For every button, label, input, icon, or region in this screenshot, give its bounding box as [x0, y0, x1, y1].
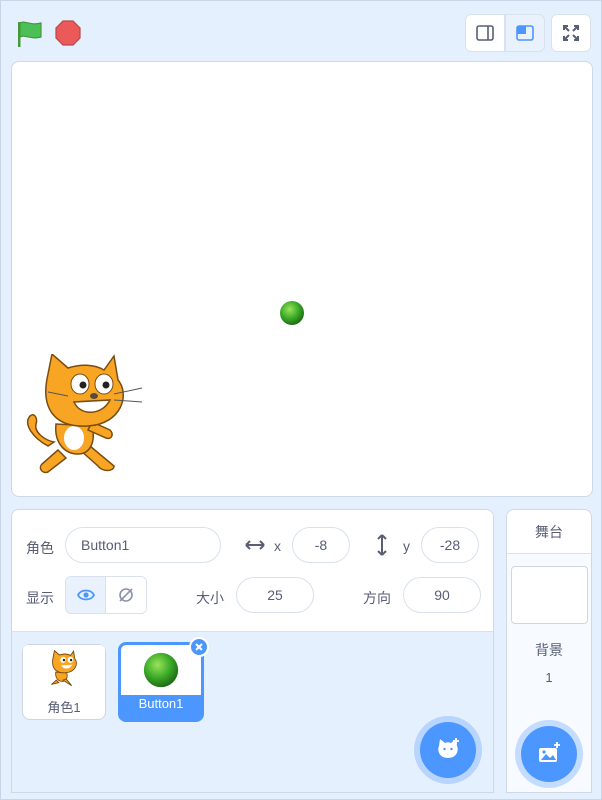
- add-backdrop-button[interactable]: [521, 726, 577, 782]
- backdrops-label: 背景: [535, 642, 563, 658]
- backdrop-add-icon: [539, 742, 560, 762]
- stop-icon[interactable]: [54, 19, 82, 47]
- sprite-tile-image: [23, 645, 105, 695]
- sprite-name-input[interactable]: Button1: [65, 527, 221, 563]
- cat-sprite-icon: [51, 650, 77, 687]
- close-icon: [195, 643, 203, 651]
- sprite-tile-button1[interactable]: Button1: [118, 637, 209, 722]
- scratch-editor-window: 角色 Button1 x -8 y -28 显示 大小 25 方向 90 角色1…: [0, 0, 602, 800]
- green-flag-icon[interactable]: [15, 19, 45, 49]
- large-stage-icon: [516, 25, 534, 41]
- x-input[interactable]: -8: [292, 527, 350, 563]
- sprite-tile-image: [121, 645, 201, 695]
- x-arrow-icon: [245, 540, 265, 550]
- delete-sprite-button[interactable]: [189, 637, 209, 657]
- cat-add-icon: [438, 738, 459, 758]
- sprite-properties: 角色 Button1 x -8 y -28 显示 大小 25 方向 90: [12, 510, 493, 632]
- backdrops-count: 1: [545, 670, 553, 685]
- fullscreen-icon: [563, 25, 579, 41]
- stage-selector-panel: 舞台 背景 1: [506, 509, 592, 793]
- x-label: x: [274, 538, 281, 554]
- green-ball-sprite[interactable]: [278, 299, 306, 327]
- y-label: y: [403, 538, 410, 554]
- stage-title: 舞台: [507, 510, 591, 554]
- sprite-label: 角色: [26, 540, 54, 556]
- eye-icon: [76, 589, 95, 601]
- y-input[interactable]: -28: [421, 527, 479, 563]
- size-label: 大小: [196, 590, 224, 606]
- direction-input[interactable]: 90: [403, 577, 481, 613]
- large-stage-button[interactable]: [505, 14, 545, 52]
- show-label: 显示: [26, 590, 54, 606]
- green-ball-icon: [143, 652, 179, 688]
- sprite-tile-label: 角色1: [47, 700, 81, 715]
- show-sprite-button[interactable]: [66, 577, 107, 613]
- stage-toolbar: [1, 1, 602, 59]
- visibility-toggle: [65, 576, 147, 614]
- size-input[interactable]: 25: [236, 577, 314, 613]
- cat-sprite[interactable]: [18, 354, 148, 480]
- small-stage-button[interactable]: [465, 14, 505, 52]
- add-sprite-button[interactable]: [420, 722, 476, 778]
- sprite-tile-label: Button1: [138, 696, 184, 711]
- y-arrow-icon: [377, 534, 387, 556]
- fullscreen-button[interactable]: [551, 14, 591, 52]
- sprite-info-panel: 角色 Button1 x -8 y -28 显示 大小 25 方向 90 角色1…: [11, 509, 494, 793]
- small-stage-icon: [476, 25, 494, 41]
- stage-thumbnail[interactable]: [511, 566, 588, 624]
- stage-canvas[interactable]: [11, 61, 593, 497]
- sprite-list: 角色1 Button1: [12, 632, 493, 792]
- hide-sprite-button[interactable]: [106, 577, 146, 613]
- sprite-tile-cat[interactable]: 角色1: [22, 644, 106, 720]
- eye-slash-icon: [119, 588, 133, 602]
- direction-label: 方向: [363, 590, 391, 606]
